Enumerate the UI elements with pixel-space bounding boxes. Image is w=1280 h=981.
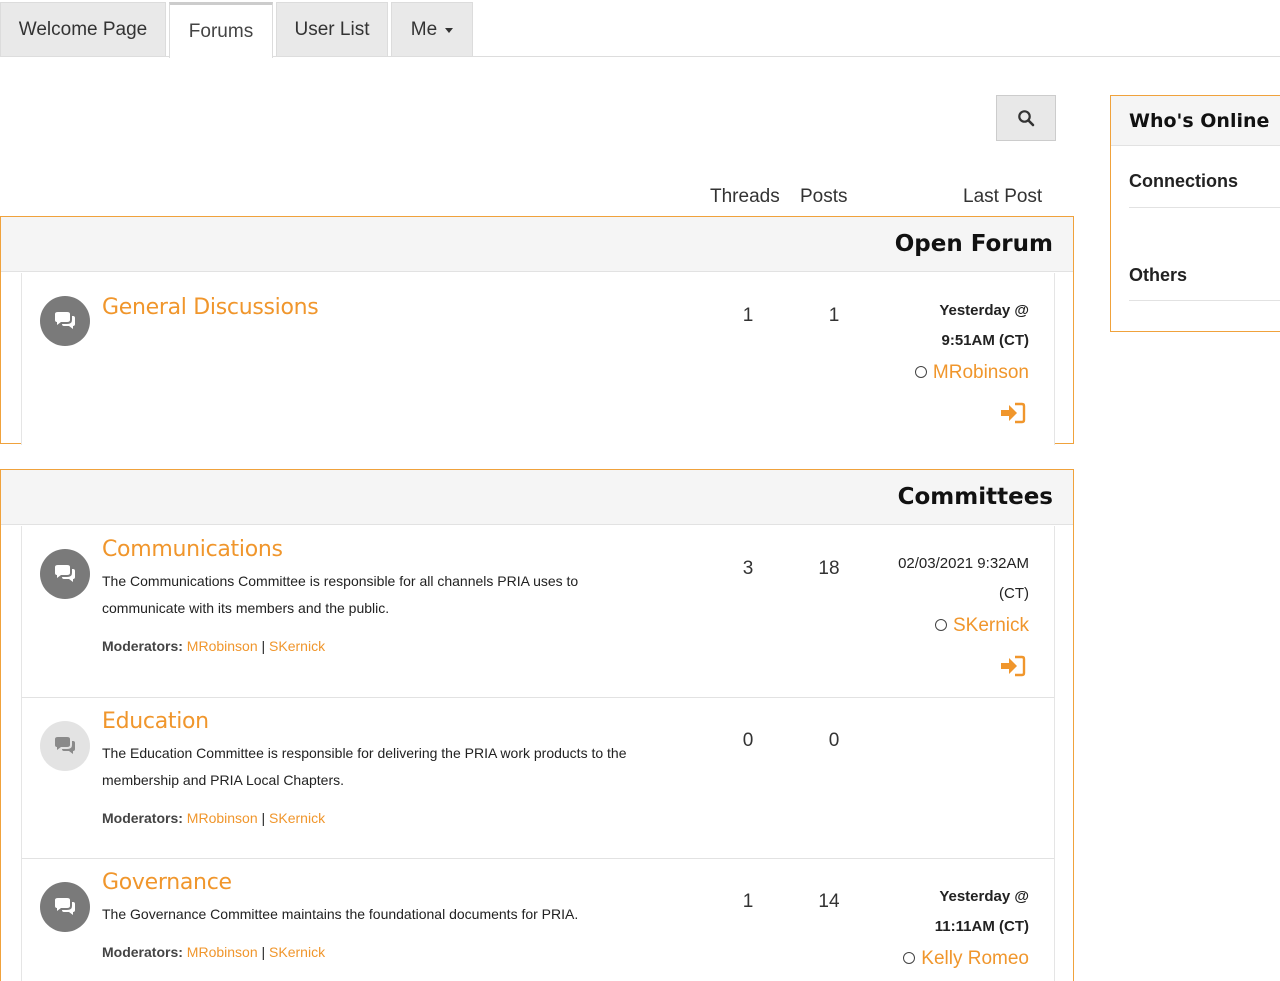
- divider: [1129, 300, 1280, 301]
- forum-description: The Governance Committee maintains the f…: [102, 901, 662, 928]
- last-post-info: Yesterday @ 9:51AM (CT) MRobinson: [914, 296, 1029, 389]
- last-post-info: Yesterday @ 11:11AM (CT) Kelly Romeo: [903, 882, 1029, 975]
- last-post-user-link[interactable]: Kelly Romeo: [921, 948, 1029, 969]
- last-post-user: MRobinson: [914, 358, 1029, 389]
- tab-bar: Welcome Page Forums User List Me: [0, 0, 1280, 58]
- tab-welcome-page[interactable]: Welcome Page: [0, 2, 166, 56]
- column-header-posts: Posts: [800, 186, 848, 207]
- moderator-link[interactable]: SKernick: [269, 810, 325, 826]
- tab-user-list[interactable]: User List: [276, 2, 388, 56]
- offline-status-icon: [903, 952, 916, 964]
- forum-row: Education The Education Committee is res…: [21, 698, 1055, 859]
- last-post-date: Yesterday @: [915, 296, 1029, 326]
- forum-description: The Communications Committee is responsi…: [102, 568, 662, 622]
- moderator-link[interactable]: MRobinson: [187, 638, 258, 654]
- post-count: 1: [828, 305, 840, 326]
- tab-forums[interactable]: Forums: [169, 2, 273, 58]
- forum-row: General Discussions 1 1 Yesterday @ 9:51…: [21, 273, 1055, 445]
- column-header-threads: Threads: [710, 186, 780, 207]
- go-to-last-post-icon[interactable]: [999, 401, 1029, 425]
- moderator-link[interactable]: SKernick: [269, 944, 325, 960]
- go-to-last-post-icon[interactable]: [999, 654, 1029, 678]
- forum-description-line: The Education Committee is responsible f…: [102, 745, 627, 761]
- moderator-link[interactable]: MRobinson: [187, 810, 258, 826]
- whos-online-panel: Who's Online Connections Others: [1110, 95, 1280, 332]
- forum-row: Governance The Governance Committee main…: [21, 859, 1055, 981]
- moderators-label: Moderators:: [102, 944, 183, 960]
- forum-group-open-forum: Open Forum General Discussions 1 1 Yeste…: [0, 216, 1074, 445]
- offline-status-icon: [934, 619, 947, 631]
- separator: |: [261, 944, 266, 960]
- thread-count: 1: [742, 891, 754, 912]
- forum-description-line: membership and PRIA Local Chapters.: [102, 772, 345, 788]
- forum-title-link[interactable]: Education: [102, 709, 209, 734]
- last-post-time: 9:51AM (CT): [941, 332, 1029, 349]
- last-post-user: Kelly Romeo: [903, 944, 1029, 975]
- last-post-info: 02/03/2021 9:32AM (CT) SKernick: [898, 549, 1029, 642]
- last-post-time: 11:11AM (CT): [934, 918, 1029, 935]
- moderators: Moderators: MRobinson | SKernick: [102, 638, 325, 654]
- connections-heading: Connections: [1129, 171, 1239, 191]
- forum-description: The Education Committee is responsible f…: [102, 740, 702, 794]
- moderators-label: Moderators:: [102, 810, 183, 826]
- moderator-link[interactable]: MRobinson: [187, 944, 258, 960]
- search-button[interactable]: [996, 95, 1056, 141]
- column-header-last-post: Last Post: [963, 186, 1043, 207]
- last-post-user: SKernick: [898, 611, 1029, 642]
- forum-description-line: The Governance Committee maintains the f…: [102, 906, 579, 922]
- group-title: Open Forum: [1, 217, 1073, 272]
- post-count: 18: [818, 558, 840, 579]
- post-count: 0: [828, 730, 840, 751]
- moderators: Moderators: MRobinson | SKernick: [102, 944, 325, 960]
- last-post-user-link[interactable]: MRobinson: [933, 362, 1029, 383]
- post-count: 14: [818, 891, 840, 912]
- separator: |: [261, 810, 266, 826]
- last-post-date-line1: Yesterday @: [939, 302, 1029, 319]
- group-title: Committees: [1, 470, 1073, 525]
- tab-label: Welcome Page: [18, 18, 148, 40]
- comments-icon: [40, 296, 90, 346]
- forum-row: Communications The Communications Commit…: [21, 526, 1055, 698]
- tab-label: Forums: [188, 20, 254, 42]
- last-post-time: (CT): [999, 585, 1029, 602]
- forum-title-link[interactable]: Governance: [102, 870, 232, 895]
- thread-count: 3: [742, 558, 754, 579]
- forum-description-line: The Communications Committee is responsi…: [102, 573, 579, 589]
- tab-label: Me: [410, 18, 438, 40]
- moderators-label: Moderators:: [102, 638, 183, 654]
- forum-title-link[interactable]: Communications: [102, 537, 283, 562]
- search-icon: [1018, 110, 1035, 127]
- moderators: Moderators: MRobinson | SKernick: [102, 810, 325, 826]
- comments-icon: [40, 549, 90, 599]
- last-post-user-link[interactable]: SKernick: [953, 615, 1029, 636]
- last-post-date: 02/03/2021 9:32AM: [898, 555, 1029, 572]
- last-post-date: Yesterday @: [939, 888, 1029, 905]
- comments-icon: [40, 882, 90, 932]
- moderator-link[interactable]: SKernick: [269, 638, 325, 654]
- others-heading: Others: [1129, 265, 1188, 285]
- thread-count: 1: [742, 305, 754, 326]
- divider: [1129, 207, 1280, 208]
- comments-icon: [40, 721, 90, 771]
- whos-online-title: Who's Online: [1111, 96, 1280, 146]
- offline-status-icon: [914, 366, 927, 378]
- caret-down-icon: [445, 28, 454, 33]
- tab-label: User List: [294, 18, 370, 40]
- thread-count: 0: [742, 730, 754, 751]
- forum-group-committees: Committees Communications The Communicat…: [0, 469, 1074, 981]
- forum-description-line: communicate with its members and the pub…: [102, 600, 390, 616]
- separator: |: [261, 638, 266, 654]
- forum-title-link[interactable]: General Discussions: [102, 295, 319, 320]
- tab-me-dropdown[interactable]: Me: [391, 2, 473, 56]
